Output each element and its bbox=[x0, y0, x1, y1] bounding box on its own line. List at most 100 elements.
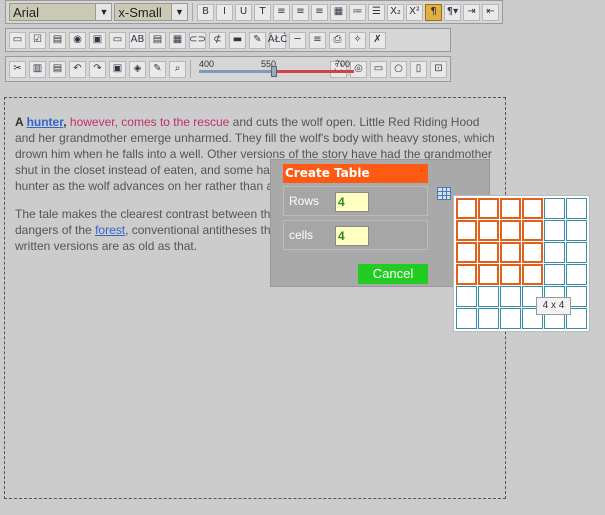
editor-content[interactable]: A hunter, however, comes to the rescue a… bbox=[4, 97, 506, 499]
chain-button[interactable]: ⊂⊃ bbox=[189, 31, 206, 49]
outdent-button[interactable]: ⇤ bbox=[482, 3, 499, 21]
insert-image-button[interactable]: ▬ bbox=[229, 31, 246, 49]
circle-icon: ○ bbox=[394, 63, 403, 74]
table-cell-selected[interactable] bbox=[456, 242, 477, 263]
html-button[interactable]: ◈ bbox=[129, 60, 146, 78]
table-cell[interactable] bbox=[544, 264, 565, 285]
table-cell[interactable] bbox=[478, 308, 499, 329]
document-button[interactable]: ✎ bbox=[249, 31, 266, 49]
table-cell[interactable] bbox=[566, 264, 587, 285]
table-cell-selected[interactable] bbox=[478, 198, 499, 219]
table-cell[interactable] bbox=[566, 198, 587, 219]
textbox-button[interactable]: ▭ bbox=[9, 31, 26, 49]
paste-button[interactable]: ▥ bbox=[29, 60, 46, 78]
table-cell-selected[interactable] bbox=[478, 242, 499, 263]
rows-row: Rows 4 bbox=[283, 186, 428, 216]
table-button[interactable]: ▦ bbox=[169, 31, 186, 49]
table-cell-selected[interactable] bbox=[456, 220, 477, 241]
radio-button[interactable]: ◉ bbox=[69, 31, 86, 49]
align-center-button[interactable]: ≡ bbox=[292, 3, 309, 21]
table-cell[interactable] bbox=[566, 242, 587, 263]
paragraph-menu-button[interactable]: ¶▾ bbox=[444, 3, 461, 21]
horizontal-rule-button[interactable]: ─ bbox=[289, 31, 306, 49]
table-cell[interactable] bbox=[544, 220, 565, 241]
table-cell[interactable] bbox=[544, 198, 565, 219]
circle-button[interactable]: ○ bbox=[390, 60, 407, 78]
checkbox-icon: ☑ bbox=[33, 34, 42, 45]
image-field-button[interactable]: ▣ bbox=[89, 31, 106, 49]
font-family-select[interactable]: Arial ▼ bbox=[9, 3, 113, 21]
table-cell-selected[interactable] bbox=[500, 242, 521, 263]
ordered-list-button[interactable]: ≔ bbox=[349, 3, 366, 21]
label-button[interactable]: AB bbox=[129, 31, 146, 49]
table-cell-selected[interactable] bbox=[456, 264, 477, 285]
page-break-button[interactable]: ≡ bbox=[309, 31, 326, 49]
paste-text-button[interactable]: ▤ bbox=[49, 60, 66, 78]
spellcheck-button[interactable]: ÀŁĆ bbox=[268, 31, 287, 49]
paragraph-button[interactable]: ¶ bbox=[425, 3, 442, 21]
checkbox-button[interactable]: ☑ bbox=[29, 31, 46, 49]
table-cell-selected[interactable] bbox=[500, 264, 521, 285]
design-mode-button[interactable]: ▭ bbox=[370, 60, 387, 78]
table-cell[interactable] bbox=[456, 286, 477, 307]
cancel-button[interactable]: Cancel bbox=[358, 264, 428, 284]
remove-format-button[interactable]: ✗ bbox=[369, 31, 386, 49]
italic-button[interactable]: I bbox=[216, 3, 233, 21]
undo-button[interactable]: ↶ bbox=[69, 60, 86, 78]
align-left-icon: ≡ bbox=[277, 6, 286, 17]
outdent-icon: ⇤ bbox=[486, 6, 495, 17]
align-right-button[interactable]: ≡ bbox=[311, 3, 328, 21]
table-grid-icon[interactable] bbox=[437, 187, 451, 200]
edit-button[interactable]: ✎ bbox=[149, 60, 166, 78]
table-cell-selected[interactable] bbox=[478, 220, 499, 241]
textarea-button[interactable]: ▤ bbox=[149, 31, 166, 49]
code-mode-button[interactable]: ▯ bbox=[410, 60, 427, 78]
table-cell[interactable] bbox=[500, 308, 521, 329]
unordered-list-button[interactable]: ☰ bbox=[368, 3, 385, 21]
form-icon: ▤ bbox=[52, 34, 63, 45]
zoom-slider[interactable]: 400 550 700 bbox=[199, 59, 354, 79]
indent-icon: ⇥ bbox=[467, 6, 476, 17]
table-cell[interactable] bbox=[566, 220, 587, 241]
justify-button[interactable]: ▦ bbox=[330, 3, 347, 21]
table-cell[interactable] bbox=[478, 286, 499, 307]
table-cell-selected[interactable] bbox=[522, 242, 543, 263]
preview-mode-button[interactable]: ⊡ bbox=[430, 60, 447, 78]
align-left-button[interactable]: ≡ bbox=[273, 3, 290, 21]
table-cell-selected[interactable] bbox=[478, 264, 499, 285]
underline-icon: U bbox=[239, 6, 248, 17]
form-button[interactable]: ▤ bbox=[49, 31, 66, 49]
cut-button[interactable]: ✂ bbox=[9, 60, 26, 78]
table-cell-selected[interactable] bbox=[500, 198, 521, 219]
table-cell-selected[interactable] bbox=[522, 198, 543, 219]
table-cell-selected[interactable] bbox=[456, 198, 477, 219]
redo-button[interactable]: ↷ bbox=[89, 60, 106, 78]
table-cell[interactable] bbox=[456, 308, 477, 329]
target-button[interactable]: ◎ bbox=[350, 60, 367, 78]
indent-button[interactable]: ⇥ bbox=[463, 3, 480, 21]
table-cell[interactable] bbox=[544, 242, 565, 263]
table-cell-selected[interactable] bbox=[522, 220, 543, 241]
link-hunter[interactable]: hunter bbox=[27, 115, 64, 129]
preview-button[interactable]: ⌕ bbox=[169, 60, 186, 78]
unlink-button[interactable]: ⊄ bbox=[209, 31, 226, 49]
paragraph-menu-icon: ¶▾ bbox=[446, 6, 459, 17]
table-cell[interactable] bbox=[500, 286, 521, 307]
table-cell-selected[interactable] bbox=[500, 220, 521, 241]
cells-input[interactable]: 4 bbox=[335, 226, 369, 246]
save-button[interactable]: ▣ bbox=[109, 60, 126, 78]
slider-thumb[interactable] bbox=[271, 66, 277, 77]
superscript-button[interactable]: X² bbox=[406, 3, 423, 21]
paragraph-icon: ¶ bbox=[430, 6, 437, 17]
rows-input[interactable]: 4 bbox=[335, 192, 369, 212]
font-size-select[interactable]: x-Small ▼ bbox=[114, 3, 188, 21]
subscript-button[interactable]: X₂ bbox=[387, 3, 404, 21]
bold-button[interactable]: B bbox=[197, 3, 214, 21]
clean-button[interactable]: ✧ bbox=[349, 31, 366, 49]
input-button[interactable]: ▭ bbox=[109, 31, 126, 49]
print-button[interactable]: ⎙ bbox=[329, 31, 346, 49]
underline-button[interactable]: U bbox=[235, 3, 252, 21]
strikethrough-button[interactable]: T bbox=[254, 3, 271, 21]
table-cell-selected[interactable] bbox=[522, 264, 543, 285]
link-forest[interactable]: forest bbox=[95, 223, 125, 237]
